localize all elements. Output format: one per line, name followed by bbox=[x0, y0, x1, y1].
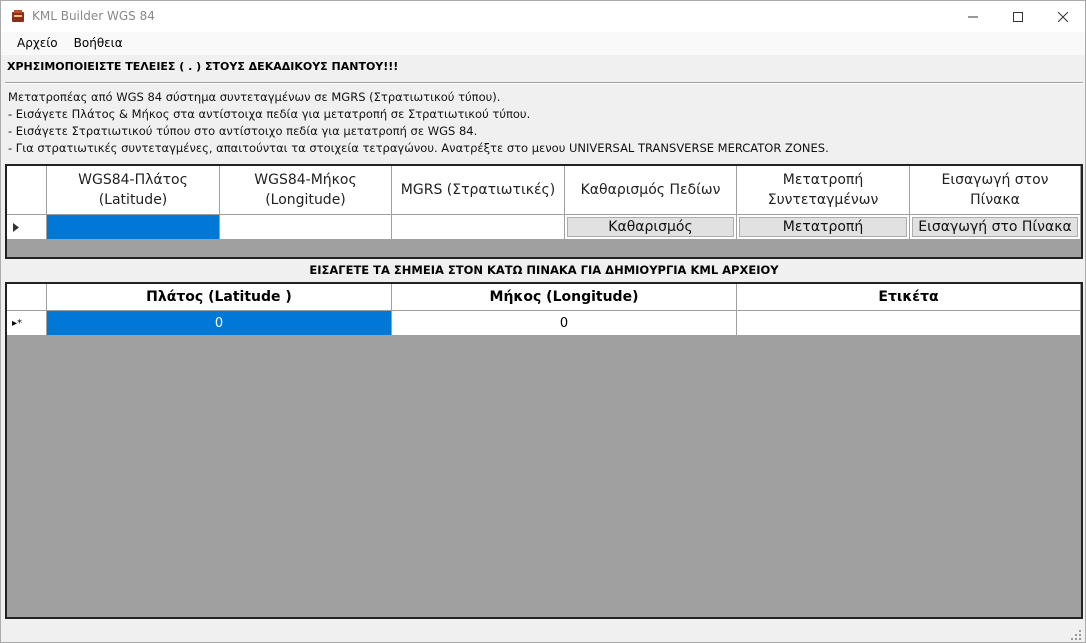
column-header-longitude[interactable]: WGS84-Μήκος (Longitude) bbox=[220, 166, 392, 215]
points-grid-header: Πλάτος (Latitude ) Μήκος (Longitude) Ετι… bbox=[7, 284, 1081, 311]
menu-file[interactable]: Αρχείο bbox=[9, 32, 66, 55]
converter-grid-header: WGS84-Πλάτος (Latitude) WGS84-Μήκος (Lon… bbox=[7, 166, 1081, 215]
column-header-label[interactable]: Ετικέτα bbox=[737, 284, 1081, 311]
row-header-corner bbox=[7, 284, 47, 311]
info-line: - Εισάγετε Στρατιωτικού τύπου στο αντίστ… bbox=[8, 124, 478, 138]
mgrs-input-cell[interactable] bbox=[392, 215, 565, 240]
title-bar[interactable]: KML Builder WGS 84 bbox=[1, 1, 1085, 32]
table-row: ▸* 0 0 bbox=[7, 311, 1081, 336]
column-header-latitude[interactable]: WGS84-Πλάτος (Latitude) bbox=[47, 166, 220, 215]
maximize-button[interactable] bbox=[995, 1, 1041, 32]
latitude-cell[interactable]: 0 bbox=[47, 311, 392, 336]
main-window: KML Builder WGS 84 Αρχείο Βοήθεια ΧΡΗΣΙΜ… bbox=[0, 0, 1086, 643]
points-grid: Πλάτος (Latitude ) Μήκος (Longitude) Ετι… bbox=[5, 282, 1083, 619]
minimize-icon bbox=[968, 16, 978, 17]
row-header-corner bbox=[7, 166, 47, 215]
new-row-marker[interactable]: ▸* bbox=[7, 311, 47, 336]
info-line: - Εισάγετε Πλάτος & Μήκος στα αντίστοιχα… bbox=[8, 107, 531, 121]
insert-cell: Εισαγωγή στο Πίνακα bbox=[910, 215, 1081, 240]
close-icon bbox=[1058, 11, 1068, 22]
window-title: KML Builder WGS 84 bbox=[32, 9, 155, 23]
label-cell[interactable] bbox=[737, 311, 1081, 336]
insert-to-table-button[interactable]: Εισαγωγή στο Πίνακα bbox=[912, 217, 1078, 237]
convert-cell: Μετατροπή bbox=[737, 215, 910, 240]
close-button[interactable] bbox=[1040, 1, 1085, 32]
column-header-clear[interactable]: Καθαρισμός Πεδίων bbox=[565, 166, 737, 215]
maximize-icon bbox=[1013, 11, 1023, 22]
converter-grid-row: Καθαρισμός Μετατροπή Εισαγωγή στο Πίνακα bbox=[7, 215, 1081, 240]
status-bar bbox=[1, 621, 1085, 642]
clear-cell: Καθαρισμός bbox=[565, 215, 737, 240]
current-row-arrow-icon bbox=[13, 222, 19, 232]
convert-button[interactable]: Μετατροπή bbox=[739, 217, 907, 237]
menu-help[interactable]: Βοήθεια bbox=[66, 32, 131, 55]
row-header[interactable] bbox=[7, 215, 47, 240]
menu-bar: Αρχείο Βοήθεια bbox=[1, 32, 1085, 55]
longitude-input-cell[interactable] bbox=[220, 215, 392, 240]
column-header-mgrs[interactable]: MGRS (Στρατιωτικές) bbox=[392, 166, 565, 215]
points-instructions-label: ΕΙΣΑΓΕΤΕ ΤΑ ΣΗΜΕΙΑ ΣΤΟΝ ΚΑΤΩ ΠΙΝΑΚΑ ΓΙΑ … bbox=[309, 263, 779, 277]
info-text: Μετατροπέας από WGS 84 σύστημα συντεταγμ… bbox=[8, 89, 829, 157]
info-line: Μετατροπέας από WGS 84 σύστημα συντεταγμ… bbox=[8, 90, 501, 104]
app-icon bbox=[12, 10, 24, 22]
minimize-button[interactable] bbox=[950, 1, 996, 32]
latitude-input-cell[interactable] bbox=[47, 215, 220, 240]
column-header-convert[interactable]: Μετατροπή Συντεταγμένων bbox=[737, 166, 910, 215]
info-line: - Για στρατιωτικές συντεταγμένες, απαιτο… bbox=[8, 141, 829, 155]
clear-button[interactable]: Καθαρισμός bbox=[567, 217, 734, 237]
resize-grip-icon[interactable] bbox=[1070, 629, 1082, 641]
longitude-cell[interactable]: 0 bbox=[392, 311, 737, 336]
column-header-latitude[interactable]: Πλάτος (Latitude ) bbox=[47, 284, 392, 311]
decimal-warning-label: ΧΡΗΣΙΜΟΠΟΙΕΙΣΤΕ ΤΕΛΕΙΕΣ ( . ) ΣΤΟΥΣ ΔΕΚΑ… bbox=[7, 60, 399, 73]
column-header-longitude[interactable]: Μήκος (Longitude) bbox=[392, 284, 737, 311]
separator bbox=[5, 82, 1083, 84]
converter-grid: WGS84-Πλάτος (Latitude) WGS84-Μήκος (Lon… bbox=[5, 164, 1083, 259]
column-header-insert[interactable]: Εισαγωγή στον Πίνακα bbox=[910, 166, 1081, 215]
